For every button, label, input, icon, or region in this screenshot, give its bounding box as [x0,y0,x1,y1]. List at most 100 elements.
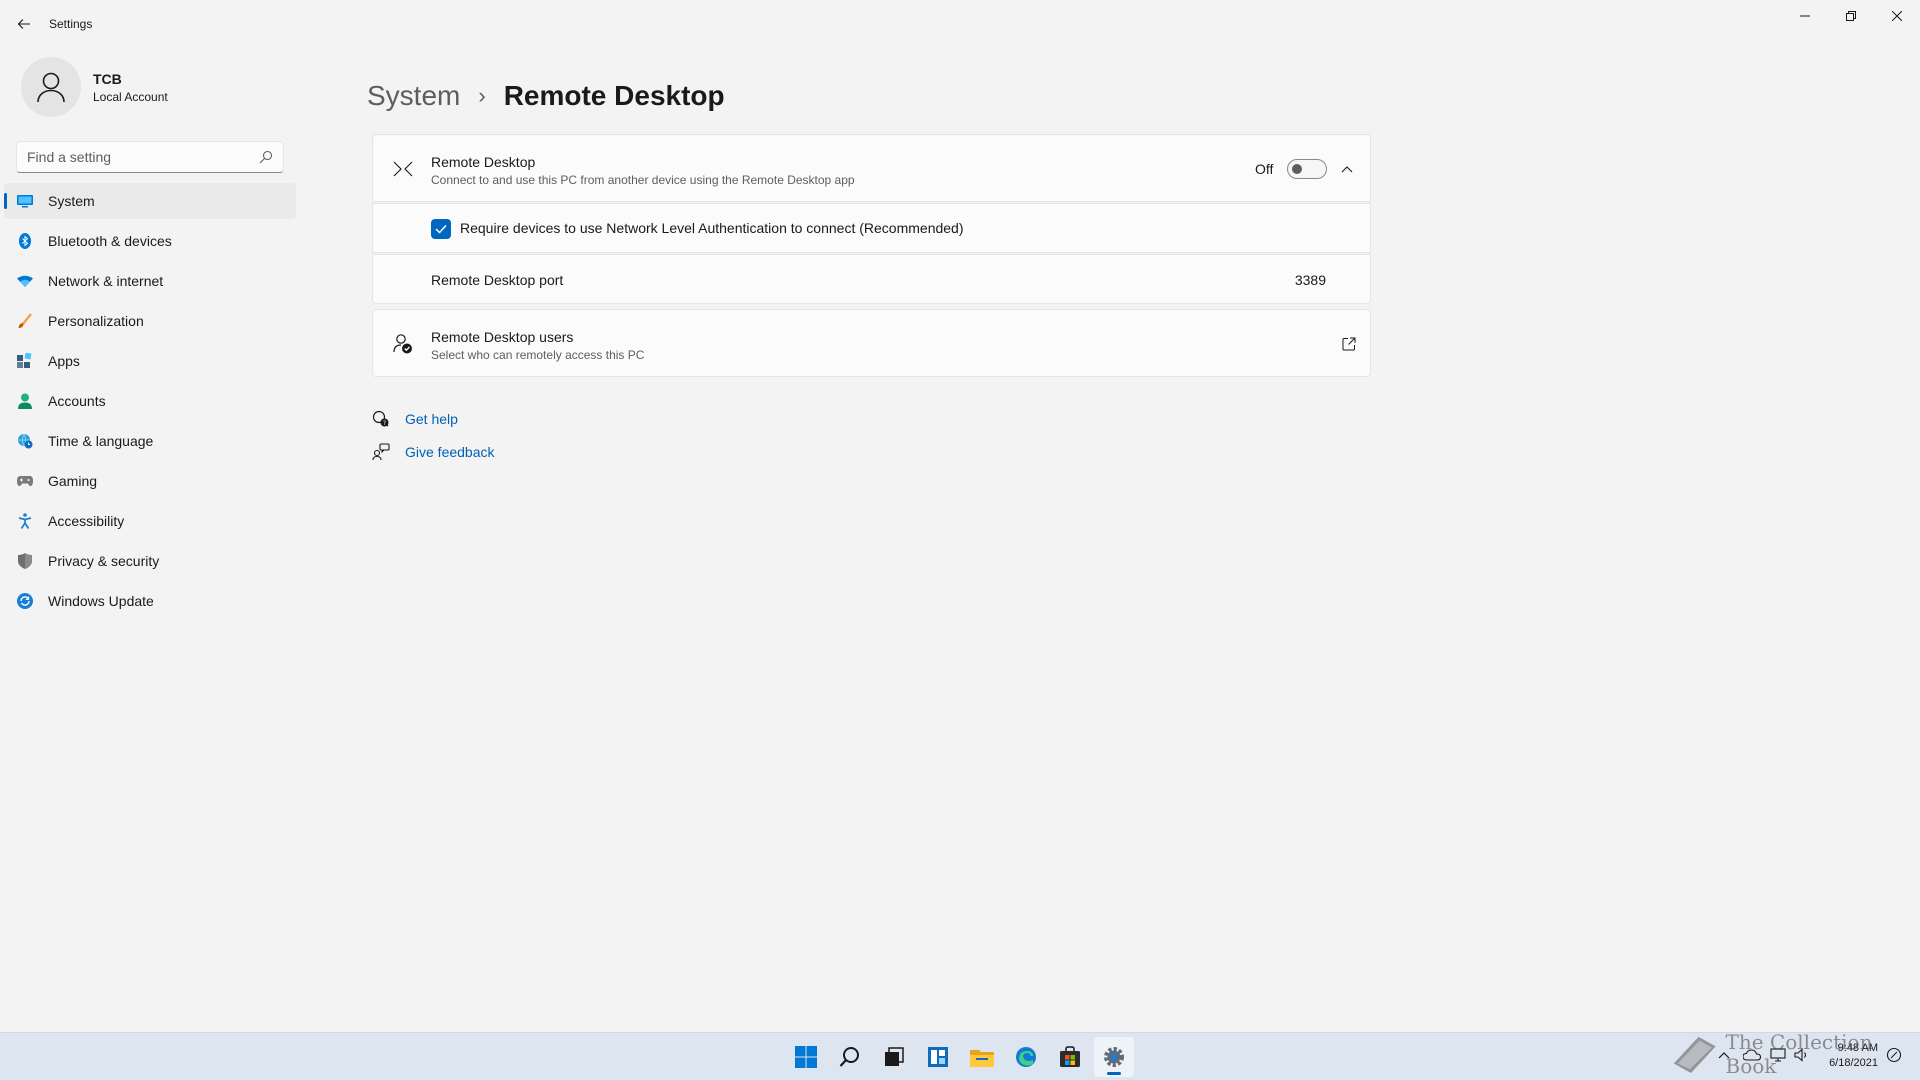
minimize-icon [1800,15,1810,17]
back-arrow-icon [17,19,30,29]
svg-text:?: ? [383,420,386,427]
sidebar-item-label: Time & language [48,433,154,449]
sidebar-nav: System Bluetooth & devices Network & int… [4,183,296,623]
sidebar-item-apps[interactable]: Apps [4,343,296,379]
accessibility-icon [17,513,33,529]
remote-desktop-card[interactable]: Remote Desktop Connect to and use this P… [372,134,1371,202]
open-external-icon [1342,337,1356,351]
minimize-button[interactable] [1782,0,1828,32]
get-help-text[interactable]: Get help [405,411,458,427]
bluetooth-icon [17,233,33,249]
apps-icon [17,353,33,369]
file-explorer-button[interactable] [962,1037,1002,1077]
sidebar-item-network[interactable]: Network & internet [4,263,296,299]
port-value: 3389 [1294,272,1326,288]
globe-clock-icon [17,433,33,449]
sidebar-item-windows-update[interactable]: Windows Update [4,583,296,619]
chevron-up-icon [1341,166,1353,173]
sidebar-item-label: Gaming [48,473,98,489]
sidebar-item-personalization[interactable]: Personalization [4,303,296,339]
breadcrumb: System › Remote Desktop [367,76,725,116]
open-external-button[interactable] [1339,334,1359,354]
taskbar-search-button[interactable] [830,1037,870,1077]
person-icon [17,393,33,409]
breadcrumb-parent[interactable]: System [367,80,460,112]
nla-label[interactable]: Require devices to use Network Level Aut… [460,220,964,236]
store-button[interactable] [1050,1037,1090,1077]
watermark: The Collection Book [1670,1030,1920,1078]
settings-taskbar-button[interactable] [1094,1037,1134,1077]
sidebar-item-accessibility[interactable]: Accessibility [4,503,296,539]
widgets-icon [928,1047,948,1067]
edge-icon [1016,1047,1036,1067]
remote-desktop-icon [391,157,415,181]
sidebar-item-label: Bluetooth & devices [48,233,172,249]
person-icon [37,72,65,103]
sidebar-item-label: Privacy & security [48,553,160,569]
wifi-icon [17,273,33,289]
breadcrumb-separator: › [478,83,486,108]
search-icon [839,1047,859,1067]
get-help-link[interactable]: ? Get help [372,407,458,431]
close-icon [1892,11,1902,21]
shield-icon [17,553,33,569]
restore-icon [1846,11,1856,21]
brush-icon [17,313,33,329]
title-bar: Settings [0,0,1920,48]
sidebar-item-label: Personalization [48,313,144,329]
give-feedback-text[interactable]: Give feedback [405,444,495,460]
user-name: TCB [93,71,122,87]
remote-desktop-users-card[interactable]: Remote Desktop users Select who can remo… [372,309,1371,377]
give-feedback-link[interactable]: Give feedback [372,440,495,464]
gamepad-icon [17,473,33,489]
sidebar-item-label: Windows Update [48,593,154,609]
start-button[interactable] [786,1037,826,1077]
search-input[interactable] [27,142,247,172]
checkmark-icon [435,224,447,234]
start-icon [795,1046,817,1068]
widgets-button[interactable] [918,1037,958,1077]
collapse-button[interactable] [1335,159,1359,179]
account-type: Local Account [93,90,168,104]
settings-icon [1104,1047,1124,1067]
sidebar-item-accounts[interactable]: Accounts [4,383,296,419]
restore-button[interactable] [1828,0,1874,32]
sidebar-item-label: Accounts [48,393,106,409]
taskbar: 9:48 AM 6/18/2021 [0,1032,1920,1080]
users-title: Remote Desktop users [431,329,574,345]
search-icon [259,150,273,164]
user-check-icon [391,332,415,356]
back-button[interactable] [12,12,36,36]
feedback-icon [372,443,390,461]
sidebar-item-system[interactable]: System [4,183,296,219]
users-description: Select who can remotely access this PC [431,348,645,362]
remote-desktop-description: Connect to and use this PC from another … [431,173,855,187]
help-icon: ? [372,410,390,428]
edge-button[interactable] [1006,1037,1046,1077]
toggle-knob [1292,164,1302,174]
toggle-state-label: Off [1255,161,1274,177]
task-view-icon [885,1047,904,1066]
avatar [21,57,81,117]
user-profile[interactable]: TCB Local Account [20,56,300,120]
search-box[interactable] [16,141,284,173]
update-icon [17,593,33,609]
port-label: Remote Desktop port [431,272,564,288]
close-button[interactable] [1874,0,1920,32]
nla-checkbox[interactable] [431,219,451,239]
port-setting-row: Remote Desktop port 3389 [372,254,1371,304]
sidebar-item-label: Network & internet [48,273,164,289]
remote-desktop-toggle[interactable] [1287,159,1327,179]
sidebar-item-gaming[interactable]: Gaming [4,463,296,499]
sidebar-item-label: Apps [48,353,80,369]
page-title: Remote Desktop [503,80,725,111]
sidebar-item-time-language[interactable]: Time & language [4,423,296,459]
sidebar-item-privacy[interactable]: Privacy & security [4,543,296,579]
monitor-icon [17,193,33,209]
app-title: Settings [49,17,93,31]
watermark-text: The Collection Book [1725,1030,1873,1078]
file-explorer-icon [970,1050,994,1067]
sidebar-item-label: Accessibility [48,513,125,529]
task-view-button[interactable] [874,1037,914,1077]
sidebar-item-bluetooth[interactable]: Bluetooth & devices [4,223,296,259]
